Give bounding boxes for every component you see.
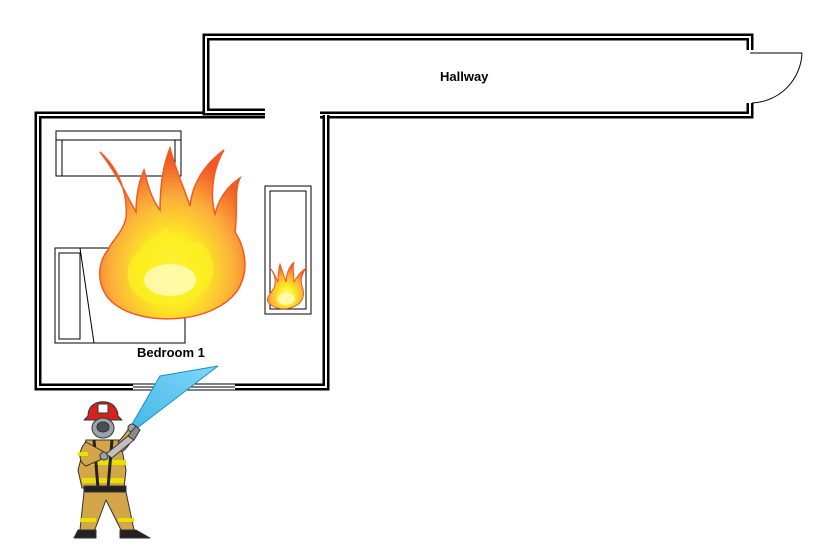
couch — [55, 130, 182, 177]
hallway-label: Hallway — [440, 69, 489, 84]
bedroom-label: Bedroom 1 — [137, 345, 205, 360]
door-swing-icon — [750, 52, 803, 104]
floor-plan-diagram: Hallway Bedroom 1 — [34, 33, 803, 539]
water-stream-icon — [123, 365, 219, 439]
